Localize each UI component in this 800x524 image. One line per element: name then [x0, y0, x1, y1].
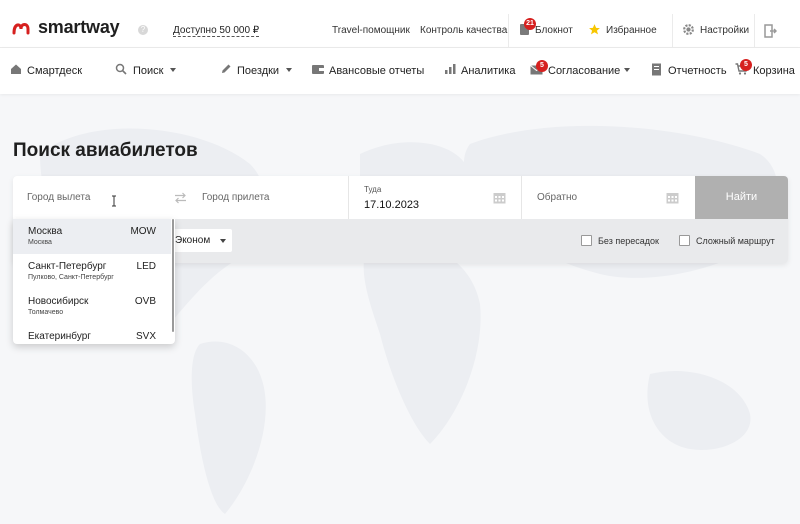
page-title: Поиск авиабилетов [13, 140, 198, 161]
city-suggestion-item[interactable]: Новосибирск Толмачево OVB [13, 289, 171, 324]
depart-date-field[interactable]: Туда 17.10.2023 [349, 176, 521, 219]
airport-name: Толмачево [28, 309, 64, 316]
to-city-field[interactable]: Город прилета [189, 176, 348, 219]
chevron-down-icon[interactable] [286, 68, 292, 72]
divider [508, 14, 509, 48]
favorites-label: Избранное [606, 25, 657, 36]
logo[interactable]: smartway [12, 17, 120, 38]
nav-analytics[interactable]: Аналитика [461, 65, 515, 77]
direct-only-label: Без пересадок [598, 235, 659, 246]
nav-search[interactable]: Поиск [133, 65, 163, 77]
nav-approval[interactable]: Согласование [548, 65, 620, 77]
calendar-icon[interactable] [666, 192, 679, 204]
chevron-down-icon[interactable] [624, 68, 630, 72]
iata-code: MOW [130, 226, 156, 237]
return-date-placeholder: Обратно [537, 192, 578, 203]
dropdown-scrollbar[interactable] [172, 219, 174, 332]
chevron-down-icon[interactable] [170, 68, 176, 72]
gear-icon [683, 24, 694, 35]
iata-code: OVB [134, 296, 156, 307]
checkbox-box[interactable] [581, 235, 592, 246]
from-city-field[interactable]: Город вылета [13, 176, 173, 219]
brand-name: smartway [38, 17, 120, 37]
city-suggestion-item[interactable]: Екатеринбург SVX [13, 324, 171, 344]
notebook-label: Блокнот [535, 25, 573, 36]
city-suggestions-dropdown: Москва Москва MOW Санкт-Петербург Пулков… [13, 219, 175, 344]
settings-label: Настройки [700, 25, 750, 36]
cabin-class-select[interactable]: Эконом [172, 229, 232, 252]
city-name: Новосибирск [28, 296, 89, 307]
search-icon [115, 63, 127, 75]
divider [672, 14, 673, 48]
swap-icon[interactable] [174, 192, 187, 204]
pencil-icon [222, 64, 231, 73]
smartway-logo-icon [12, 22, 30, 34]
depart-label: Туда [364, 185, 382, 194]
complex-route-label: Сложный маршрут [696, 235, 775, 246]
nav-trips[interactable]: Поездки [237, 65, 279, 77]
home-icon [11, 64, 21, 74]
text-cursor-icon [112, 195, 116, 207]
nav-reporting[interactable]: Отчетность [668, 65, 727, 77]
city-name: Екатеринбург [28, 331, 91, 342]
document-icon [652, 63, 661, 76]
city-name: Санкт-Петербург [28, 261, 107, 272]
wallet-icon [312, 65, 324, 74]
iata-code: SVX [135, 331, 156, 342]
to-city-placeholder: Город прилета [202, 192, 270, 203]
nav-cart[interactable]: Корзина [753, 65, 795, 77]
direct-only-checkbox[interactable]: Без пересадок [581, 235, 659, 246]
city-suggestion-item[interactable]: Москва Москва MOW [13, 219, 171, 254]
approval-badge: 5 [536, 60, 548, 72]
airport-name: Пулково, Санкт-Петербург [28, 274, 114, 281]
main-nav: Смартдеск Поиск Поездки Авансовые отчеты… [0, 48, 800, 94]
calendar-icon[interactable] [493, 192, 506, 204]
chart-icon [445, 64, 456, 74]
depart-date-value: 17.10.2023 [364, 199, 420, 211]
nav-smartdesk[interactable]: Смартдеск [27, 65, 82, 77]
airport-name: Москва [28, 239, 52, 246]
search-fields-row: Город вылета Город прилета Туда 17.10.20… [13, 176, 788, 219]
quality-control-link[interactable]: Контроль качества [420, 25, 507, 36]
return-date-field[interactable]: Обратно [522, 176, 695, 219]
checkbox-box[interactable] [679, 235, 690, 246]
top-bar: smartway ? Доступно 50 000 ₽ Travel-помо… [0, 0, 800, 48]
find-button[interactable]: Найти [695, 176, 788, 219]
divider [754, 14, 755, 48]
from-city-placeholder: Город вылета [27, 192, 91, 203]
cabin-class-value: Эконом [175, 235, 211, 246]
logout-icon[interactable] [764, 24, 777, 38]
star-icon [589, 24, 600, 35]
cart-badge: 5 [740, 59, 752, 71]
nav-advance-reports[interactable]: Авансовые отчеты [329, 65, 424, 77]
travel-assistant-link[interactable]: Travel-помощник [332, 25, 410, 36]
chevron-down-icon [220, 239, 226, 243]
balance-link[interactable]: Доступно 50 000 ₽ [173, 25, 260, 37]
help-icon[interactable]: ? [138, 25, 148, 35]
city-suggestion-item[interactable]: Санкт-Петербург Пулково, Санкт-Петербург… [13, 254, 171, 289]
city-name: Москва [28, 226, 63, 237]
complex-route-checkbox[interactable]: Сложный маршрут [679, 235, 775, 246]
iata-code: LED [136, 261, 156, 272]
